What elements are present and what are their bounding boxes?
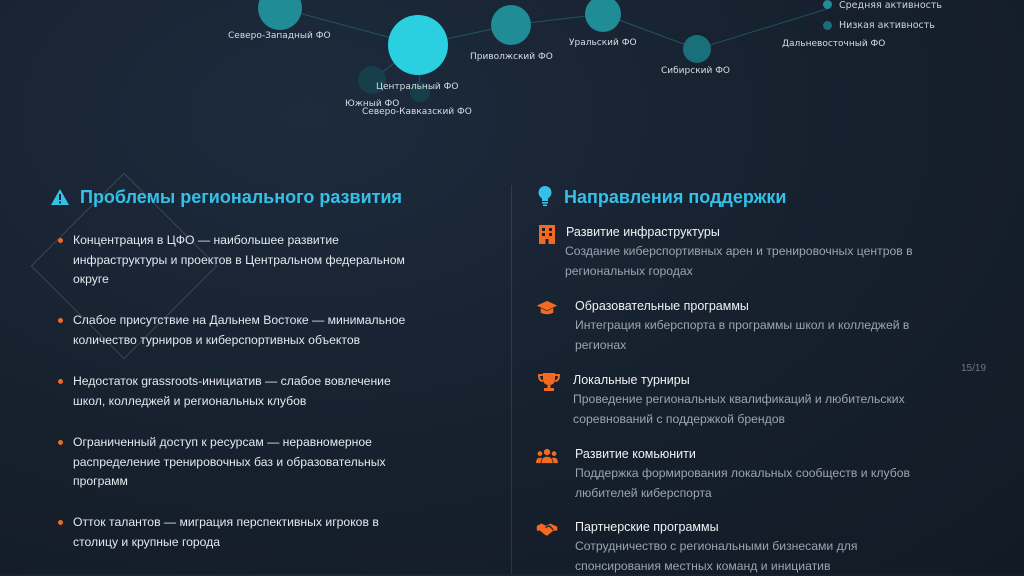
warning-icon	[51, 189, 69, 205]
building-icon	[539, 225, 555, 244]
problem-item: Концентрация в ЦФО — наибольшее развитие…	[58, 231, 418, 290]
bubble-ural	[585, 0, 621, 32]
bullet-dot	[58, 318, 63, 323]
region-label: Центральный ФО	[376, 82, 459, 92]
problem-text: Отток талантов — миграция перспективных …	[73, 515, 379, 549]
region-label: Сибирский ФО	[661, 66, 731, 76]
bubble-volga	[491, 5, 531, 45]
handshake-icon	[536, 523, 558, 536]
support-title: Направления поддержки	[564, 187, 787, 207]
problem-text: Ограниченный доступ к ресурсам — неравно…	[73, 435, 386, 488]
support-item-title: Образовательные программы	[575, 299, 749, 313]
legend-dot-medium	[823, 0, 832, 9]
bubble-siberia	[683, 35, 711, 63]
problem-item: Недостаток grassroots-инициатив — слабое…	[58, 372, 418, 411]
region-label: Уральский ФО	[569, 38, 637, 48]
graduation-cap-icon	[536, 300, 558, 315]
page-number: 15/19	[961, 363, 987, 374]
problem-item: Слабое присутствие на Дальнем Востоке — …	[58, 311, 418, 350]
problem-text: Слабое присутствие на Дальнем Востоке — …	[73, 313, 406, 347]
bullet-dot	[58, 379, 63, 384]
support-item-title: Развитие комьюнити	[575, 447, 696, 461]
support-item-desc: Создание киберспортивных арен и трениров…	[565, 244, 913, 278]
region-label: Северо-Кавказский ФО	[362, 107, 472, 117]
support-item-title: Развитие инфраструктуры	[566, 225, 720, 239]
problem-item: Ограниченный доступ к ресурсам — неравно…	[58, 433, 418, 492]
legend-label: Средняя активность	[839, 0, 942, 11]
users-icon	[536, 448, 558, 464]
support-item-title: Локальные турниры	[573, 373, 690, 387]
bubble-northwest	[258, 0, 302, 30]
bullet-dot	[58, 440, 63, 445]
problem-item: Отток талантов — миграция перспективных …	[58, 513, 418, 552]
region-label: Северо-Западный ФО	[228, 31, 331, 41]
problem-text: Недостаток grassroots-инициатив — слабое…	[73, 374, 391, 408]
lightbulb-icon	[538, 186, 552, 207]
bullet-dot	[58, 238, 63, 243]
support-item-title: Партнерские программы	[575, 520, 719, 534]
legend-label: Низкая активность	[839, 20, 935, 31]
trophy-icon	[538, 373, 560, 391]
bullet-dot	[58, 520, 63, 525]
regional-activity-map: Северо-Западный ФО Центральный ФО Привол…	[0, 0, 1024, 135]
problem-text: Концентрация в ЦФО — наибольшее развитие…	[73, 233, 405, 286]
support-item-desc: Интеграция киберспорта в программы школ …	[575, 318, 910, 352]
support-item-desc: Проведение региональных квалификаций и л…	[573, 392, 905, 426]
region-label: Дальневосточный ФО	[782, 39, 886, 49]
column-divider	[511, 185, 512, 574]
support-item-desc: Поддержка формирования локальных сообщес…	[575, 466, 910, 500]
region-label: Приволжский ФО	[470, 52, 553, 62]
problems-title: Проблемы регионального развития	[80, 187, 403, 207]
support-item-desc: Сотрудничество с региональными бизнесами…	[575, 539, 858, 573]
bubble-central	[388, 15, 448, 75]
legend-dot-low	[823, 21, 832, 30]
